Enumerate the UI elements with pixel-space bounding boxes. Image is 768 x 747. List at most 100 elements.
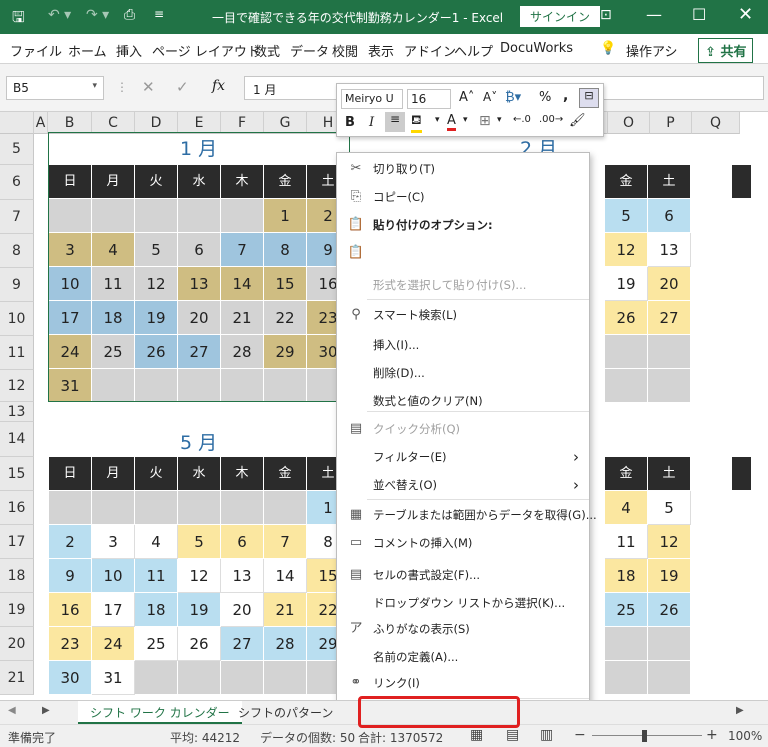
name-box[interactable]: B5 ▾ [6,76,104,100]
menu-item-17[interactable]: 名前の定義(A)... [337,643,589,671]
row-header[interactable]: 13 [0,402,34,422]
tab-home[interactable]: ホーム [68,41,107,60]
day-cell[interactable] [605,369,648,403]
font-name-select[interactable]: Meiryo U [341,89,403,109]
day-cell[interactable]: 26 [135,335,178,369]
day-cell[interactable]: 5 [135,233,178,267]
zoom-out-icon[interactable]: − [574,727,586,743]
row-header[interactable]: 9 [0,268,34,302]
page-layout-view-icon[interactable]: ▤ [506,727,519,743]
row-header[interactable]: 18 [0,559,34,593]
tab-view[interactable]: 表示 [368,41,394,60]
day-cell[interactable]: 27 [178,335,221,369]
row-header[interactable]: 6 [0,165,34,200]
menu-item-2[interactable]: 📋 貼り付けのオプション: [337,211,589,239]
day-cell[interactable]: 28 [264,627,307,661]
select-all-corner[interactable] [0,112,34,134]
tab-docuworks[interactable]: DocuWorks [500,41,573,56]
day-cell[interactable]: 30 [49,661,92,695]
day-cell[interactable]: 13 [648,233,691,267]
day-cell[interactable]: 6 [178,233,221,267]
day-cell[interactable]: 20 [221,593,264,627]
tab-file[interactable]: ファイル [10,41,62,60]
day-cell[interactable]: 25 [605,593,648,627]
increase-decimal-icon[interactable]: ←.0 [513,114,531,125]
column-header[interactable]: D [135,112,178,134]
day-cell[interactable]: 8 [264,233,307,267]
menu-item-11[interactable]: 並べ替え(O) › [337,471,589,499]
chevron-down-icon[interactable]: ▾ [92,81,97,91]
day-cell[interactable] [605,627,648,661]
day-cell[interactable]: 31 [49,369,92,403]
menu-item-15[interactable]: ドロップダウン リストから選択(K)... [337,589,589,617]
chevron-down-icon[interactable]: ▾ [463,115,468,125]
signin-button[interactable]: サインイン [520,6,601,27]
day-cell[interactable]: 12 [178,559,221,593]
grow-font-icon[interactable]: A˄ [459,90,474,105]
day-cell[interactable] [178,661,221,695]
merge-center-icon[interactable]: ⊟ [579,88,599,108]
customize-qat-icon[interactable]: ≡ [154,7,164,21]
zoom-in-icon[interactable]: + [706,727,718,743]
redo-icon[interactable]: ↷ ▾ [86,7,109,23]
menu-item-5[interactable]: ⚲ スマート検索(L) [337,301,589,329]
row-header[interactable]: 12 [0,370,34,402]
day-cell[interactable]: 14 [264,559,307,593]
day-cell[interactable]: 6 [648,199,691,233]
day-cell[interactable] [92,199,135,233]
print-preview-icon[interactable]: ⎙ [124,7,135,23]
day-cell[interactable] [135,369,178,403]
day-cell[interactable]: 11 [135,559,178,593]
day-cell[interactable]: 18 [135,593,178,627]
column-header[interactable]: B [48,112,92,134]
maximize-icon[interactable]: ☐ [692,5,706,24]
day-cell[interactable] [221,369,264,403]
row-header[interactable]: 20 [0,627,34,661]
scroll-left-icon[interactable]: ◀ [8,705,16,716]
close-icon[interactable]: ✕ [738,4,753,25]
fill-color-icon[interactable]: ⛾ [411,113,422,133]
day-cell[interactable]: 11 [92,267,135,301]
menu-item-1[interactable]: ⎘ コピー(C) [337,183,589,211]
tell-me-search[interactable]: 操作アシ [626,41,677,60]
zoom-slider[interactable] [592,735,702,736]
tab-page-layout[interactable]: ページ レイアウト [152,41,260,60]
day-cell[interactable] [178,491,221,525]
day-cell[interactable] [264,491,307,525]
day-cell[interactable]: 26 [648,593,691,627]
day-cell[interactable]: 19 [648,559,691,593]
day-cell[interactable]: 5 [605,199,648,233]
row-header[interactable]: 15 [0,457,34,491]
accounting-format-icon[interactable]: ₿▾ [505,89,521,105]
row-header[interactable]: 8 [0,234,34,268]
day-cell[interactable] [178,199,221,233]
decrease-decimal-icon[interactable]: .00→ [539,114,563,125]
day-cell[interactable]: 18 [605,559,648,593]
day-cell[interactable] [221,491,264,525]
day-cell[interactable]: 11 [605,525,648,559]
day-cell[interactable]: 14 [221,267,264,301]
row-header[interactable]: 5 [0,134,34,165]
column-header[interactable]: G [264,112,307,134]
borders-icon[interactable]: ⊞ [479,113,491,129]
ribbon-display-icon[interactable]: ⊡ [600,7,612,23]
day-cell[interactable]: 13 [221,559,264,593]
chevron-down-icon[interactable]: ▾ [497,115,502,125]
day-cell[interactable]: 26 [605,301,648,335]
day-cell[interactable]: 12 [135,267,178,301]
font-size-select[interactable]: 16 [407,89,451,109]
row-header[interactable]: 16 [0,491,34,525]
day-cell[interactable]: 24 [92,627,135,661]
normal-view-icon[interactable]: ▦ [470,727,483,743]
percent-button[interactable]: % [539,90,551,105]
day-cell[interactable]: 9 [49,559,92,593]
day-cell[interactable]: 12 [648,525,691,559]
tab-review[interactable]: 校閲 [332,41,358,60]
day-cell[interactable]: 23 [49,627,92,661]
day-cell[interactable]: 7 [264,525,307,559]
day-cell[interactable]: 2 [49,525,92,559]
day-cell[interactable]: 1 [264,199,307,233]
tab-formulas[interactable]: 数式 [254,41,280,60]
row-header[interactable]: 17 [0,525,34,559]
day-cell[interactable]: 28 [221,335,264,369]
